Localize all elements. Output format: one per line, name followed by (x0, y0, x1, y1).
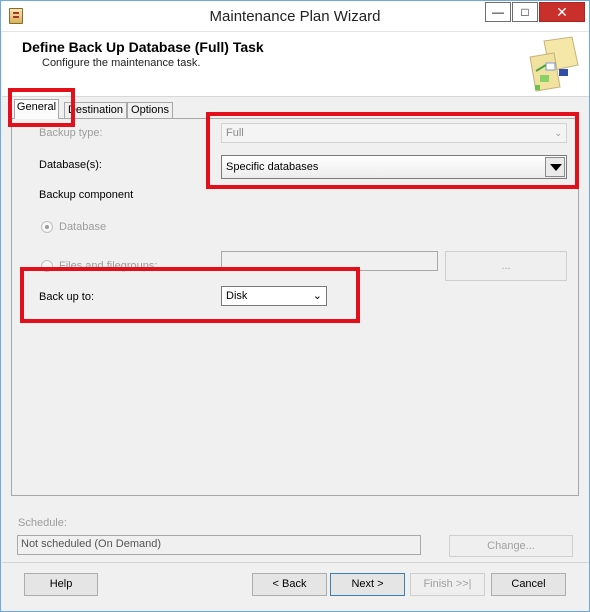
dropdown-arrow-icon[interactable] (545, 157, 565, 177)
backup-to-label: Back up to: (39, 291, 95, 303)
files-filegroups-field[interactable] (221, 251, 438, 271)
wizard-header: Define Back Up Database (Full) Task Conf… (2, 32, 589, 97)
schedule-field: Not scheduled (On Demand) (17, 535, 421, 555)
wizard-window: Maintenance Plan Wizard — □ ✕ Define Bac… (0, 0, 590, 612)
chevron-down-icon: ⌄ (312, 290, 322, 302)
databases-label: Database(s): (39, 159, 102, 171)
radio-files-label: Files and filegroups: (59, 260, 158, 272)
page-subtitle: Configure the maintenance task. (42, 57, 201, 69)
browse-files-button[interactable]: ... (445, 251, 567, 281)
change-schedule-button[interactable]: Change... (449, 535, 573, 557)
backup-type-label: Backup type: (39, 127, 103, 139)
radio-database-label: Database (59, 221, 107, 233)
finish-button[interactable]: Finish >>| (410, 573, 485, 596)
radio-database[interactable] (41, 221, 53, 233)
cancel-button[interactable]: Cancel (491, 573, 566, 596)
general-tab-panel: Backup type: Full ⌄ Database(s): Specifi… (11, 118, 579, 496)
databases-select[interactable]: Specific databases (221, 155, 567, 179)
radio-files-filegroups[interactable] (41, 260, 53, 272)
next-button[interactable]: Next > (330, 573, 405, 596)
backup-to-select[interactable]: Disk ⌄ (221, 286, 327, 306)
backup-to-value: Disk (226, 290, 248, 302)
minimize-button[interactable]: — (485, 2, 511, 22)
backup-component-label: Backup component (39, 189, 134, 201)
tab-general[interactable]: General (14, 99, 59, 119)
tab-options[interactable]: Options (127, 102, 173, 119)
title-bar[interactable]: Maintenance Plan Wizard — □ ✕ (1, 1, 589, 32)
close-button[interactable]: ✕ (539, 2, 585, 22)
help-button[interactable]: Help (24, 573, 98, 596)
page-title: Define Back Up Database (Full) Task (22, 39, 264, 55)
chevron-down-icon: ⌄ (554, 128, 562, 138)
schedule-label: Schedule: (18, 517, 67, 529)
databases-value: Specific databases (226, 161, 319, 173)
backup-type-select: Full ⌄ (221, 123, 567, 143)
footer-divider (2, 562, 589, 563)
maximize-button[interactable]: □ (512, 2, 538, 22)
back-button[interactable]: < Back (252, 573, 327, 596)
wizard-graphic-icon (529, 36, 579, 92)
backup-type-value: Full (226, 127, 244, 139)
tab-destination[interactable]: Destination (64, 102, 127, 119)
